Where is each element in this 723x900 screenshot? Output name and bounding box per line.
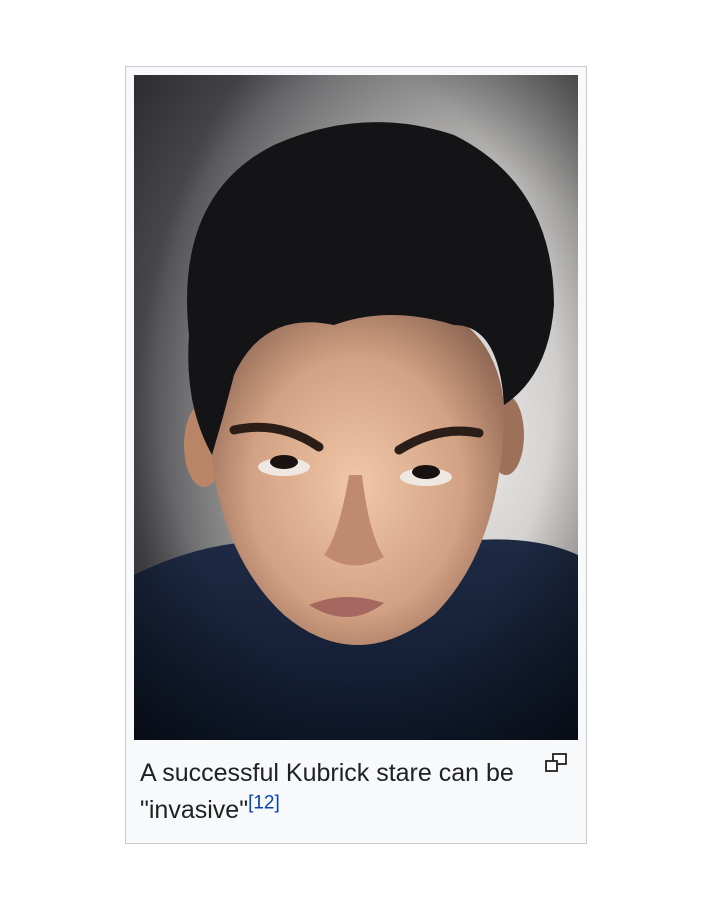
figure-caption: A successful Kubrick stare can be "invas…	[140, 755, 520, 829]
caption-text: A successful Kubrick stare can be "invas…	[140, 759, 514, 824]
figure-image[interactable]	[134, 75, 578, 740]
magnify-clip-icon[interactable]	[544, 753, 568, 773]
citation-link[interactable]: [12]	[248, 793, 280, 814]
figure-thumbnail: A successful Kubrick stare can be "invas…	[125, 66, 587, 844]
portrait-photo	[134, 75, 578, 740]
